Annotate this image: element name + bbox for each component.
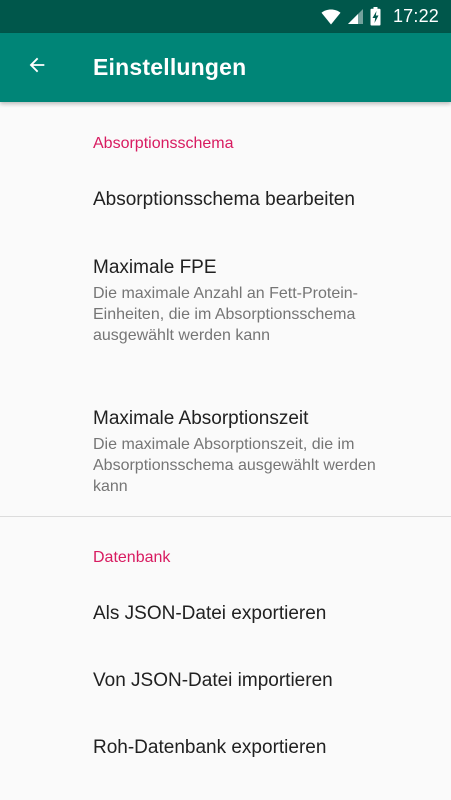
pref-import-json[interactable]: Von JSON-Datei importieren (0, 669, 451, 693)
pref-export-json[interactable]: Als JSON-Datei exportieren (0, 602, 451, 626)
pref-title: Maximale Absorptionszeit (93, 408, 309, 429)
status-time: 17:22 (392, 6, 439, 26)
pref-title: Als JSON-Datei exportieren (93, 603, 327, 624)
pref-edit-absorption-scheme[interactable]: Absorptionsschema bearbeiten (0, 188, 451, 212)
pref-title: Von JSON-Datei importieren (93, 670, 333, 691)
category-header-absorptionsschema: Absorptionsschema (93, 135, 234, 152)
pref-export-raw-db[interactable]: Roh-Datenbank exportieren (0, 736, 451, 760)
pref-summary: Die maximale Absorptionszeit, die im Abs… (93, 436, 376, 495)
status-bar: 17:22 (0, 0, 451, 33)
arrow-back-icon (26, 54, 48, 81)
pref-title: Roh-Datenbank exportieren (93, 737, 327, 758)
page-title: Einstellungen (93, 54, 247, 80)
signal-icon (347, 8, 364, 25)
pref-max-absorption-time[interactable]: Maximale Absorptionszeit Die maximale Ab… (0, 407, 451, 497)
section-divider (0, 516, 451, 517)
app-bar: Einstellungen (0, 33, 451, 102)
pref-summary: Die maximale Anzahl an Fett-Protein-Einh… (93, 285, 358, 344)
status-icons: 17:22 (321, 6, 439, 27)
pref-max-fpe[interactable]: Maximale FPE Die maximale Anzahl an Fett… (0, 256, 451, 346)
pref-title: Maximale FPE (93, 257, 217, 278)
category-header-datenbank: Datenbank (93, 549, 171, 566)
back-button[interactable] (0, 33, 76, 102)
wifi-icon (321, 9, 341, 25)
battery-charging-icon (370, 7, 381, 26)
pref-title: Absorptionsschema bearbeiten (93, 189, 355, 210)
